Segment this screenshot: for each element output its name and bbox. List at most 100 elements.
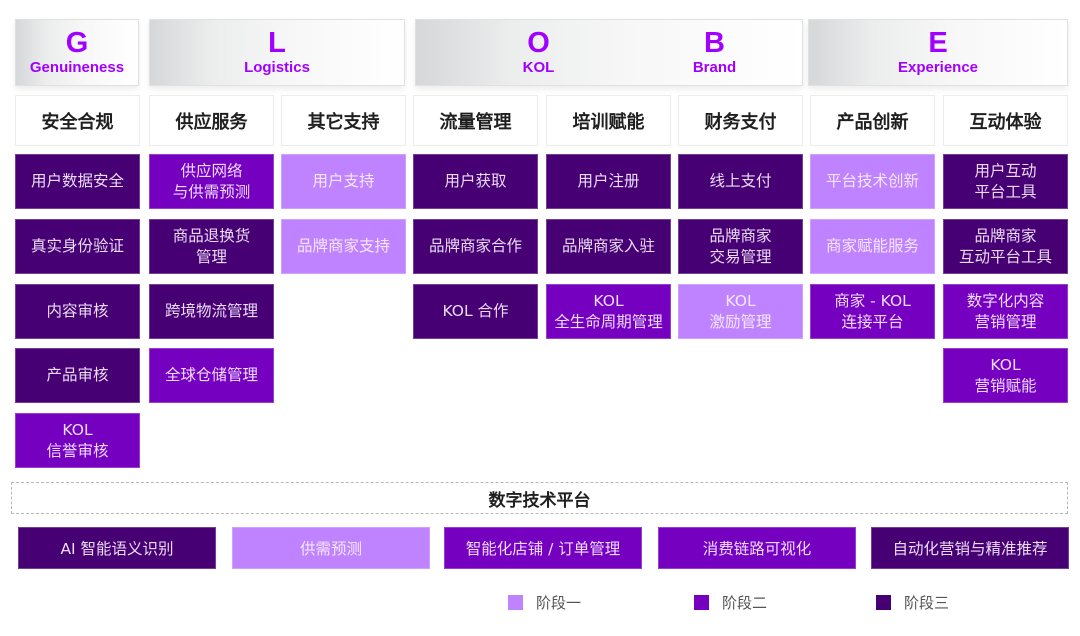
pillar-ob: O KOL B Brand <box>415 19 803 86</box>
category-header: 其它支持 <box>281 95 406 146</box>
capability-cell-line: 全生命周期管理 <box>554 312 663 331</box>
capability-cell-line: 互动平台工具 <box>958 247 1052 266</box>
pillar-e-unit: E Experience <box>809 20 1067 85</box>
category-header: 培训赋能 <box>546 95 671 146</box>
capability-cell: 品牌商家入驻 <box>546 219 671 274</box>
capability-cell: 品牌商家支持 <box>281 219 406 274</box>
platform-item: 智能化店铺 / 订单管理 <box>444 527 642 569</box>
pillar-g: G Genuineness <box>15 19 139 86</box>
capability-cell-line: 管理 <box>195 247 227 266</box>
capability-cell-line: 用户互动 <box>974 161 1037 180</box>
legend-label: 阶段三 <box>904 593 950 612</box>
platform-item-label: 消费链路可视化 <box>702 540 812 558</box>
pillar-letter: B <box>704 27 725 59</box>
capability-cell-line: 跨境物流管理 <box>164 302 258 320</box>
capability-cell-line: 线上支付 <box>709 172 772 190</box>
capability-cell: 品牌商家合作 <box>413 219 538 274</box>
capability-cell: KOL 营销赋能 <box>943 348 1068 403</box>
capability-cell-line: 用户获取 <box>444 172 507 190</box>
capability-cell-line: KOL <box>593 291 624 310</box>
capability-cell: 数字化内容 营销管理 <box>943 284 1068 339</box>
pillar-word: KOL <box>522 59 555 76</box>
capability-cell: 用户互动 平台工具 <box>943 154 1068 209</box>
capability-cell: 线上支付 <box>678 154 803 209</box>
capability-cell-line: 商家赋能服务 <box>825 237 919 255</box>
capability-cell: 产品审核 <box>15 348 140 403</box>
platform-banner: 数字技术平台 <box>11 482 1068 514</box>
legend-label: 阶段一 <box>536 593 582 612</box>
capability-cell-line: 营销赋能 <box>974 376 1037 395</box>
legend-swatch <box>876 594 891 610</box>
capability-cell: 品牌商家 交易管理 <box>678 219 803 274</box>
capability-cell: 用户注册 <box>546 154 671 209</box>
capability-cell-line: 信誉审核 <box>46 441 109 460</box>
capability-cell: KOL 信誉审核 <box>15 413 140 468</box>
platform-item: 供需预测 <box>232 527 430 569</box>
capability-cell: 品牌商家互动平台工具 <box>943 219 1068 274</box>
platform-item-label: 供需预测 <box>299 540 362 558</box>
capability-cell-line: 与供需预测 <box>172 182 251 201</box>
pillar-b-unit: B Brand <box>652 20 777 85</box>
capability-cell-line: 商品退换货 <box>172 226 251 245</box>
pillar-letter: L <box>268 27 286 59</box>
capability-cell-line: 商家 - KOL <box>834 291 911 310</box>
legend-swatch <box>508 594 523 610</box>
pillar-l-unit: L Logistics <box>150 20 404 85</box>
capability-cell-line: 品牌商家 <box>709 226 772 245</box>
pillar-letter: G <box>65 27 89 59</box>
capability-cell-line: 品牌商家合作 <box>428 237 522 255</box>
capability-cell: 跨境物流管理 <box>149 284 274 339</box>
capability-cell: 平台技术创新 <box>810 154 935 209</box>
capability-cell: 用户获取 <box>413 154 538 209</box>
capability-cell-line: 用户数据安全 <box>30 172 124 190</box>
category-header: 产品创新 <box>810 95 935 146</box>
capability-cell-line: 产品审核 <box>46 366 109 384</box>
platform-item-label: AI 智能语义识别 <box>60 540 174 558</box>
capability-cell-line: KOL <box>725 291 756 310</box>
category-header: 安全合规 <box>15 95 140 146</box>
capability-cell-line: KOL 合作 <box>442 302 509 320</box>
pillar-e: E Experience <box>808 19 1068 86</box>
legend-label: 阶段二 <box>722 593 768 612</box>
category-header: 互动体验 <box>943 95 1068 146</box>
pillar-letter: O <box>527 27 550 59</box>
capability-cell: 全球仓储管理 <box>149 348 274 403</box>
capability-cell-line: 用户支持 <box>312 172 375 190</box>
pillar-g-unit: G Genuineness <box>16 20 138 85</box>
pillar-l: L Logistics <box>149 19 405 86</box>
capability-cell-line: 用户注册 <box>577 172 640 190</box>
capability-cell-line: 品牌商家入驻 <box>561 237 655 255</box>
pillar-word: Logistics <box>244 59 310 76</box>
pillar-word: Genuineness <box>29 59 125 76</box>
capability-cell: 用户数据安全 <box>15 154 140 209</box>
capability-cell: 商家 - KOL 连接平台 <box>810 284 935 339</box>
pillar-word: Brand <box>692 59 737 76</box>
capability-cell: 真实身份验证 <box>15 219 140 274</box>
capability-cell-line: 交易管理 <box>709 247 772 266</box>
platform-item-label: 自动化营销与精准推荐 <box>892 540 1048 558</box>
legend-item-stage2: 阶段二 <box>694 592 767 612</box>
platform-item: 自动化营销与精准推荐 <box>871 527 1069 569</box>
capability-cell-line: 连接平台 <box>841 312 904 331</box>
capability-cell-line: KOL <box>990 355 1021 374</box>
capability-cell-line: 营销管理 <box>974 312 1037 331</box>
capability-cell-line: KOL <box>62 420 93 439</box>
legend-item-stage1: 阶段一 <box>508 592 581 612</box>
category-header: 供应服务 <box>149 95 274 146</box>
capability-cell-line: 平台技术创新 <box>825 172 919 190</box>
pillar-o-unit: O KOL <box>476 20 601 85</box>
platform-item: 消费链路可视化 <box>658 527 856 569</box>
capability-cell: 商家赋能服务 <box>810 219 935 274</box>
category-header: 流量管理 <box>413 95 538 146</box>
capability-cell-line: 真实身份验证 <box>30 237 124 255</box>
capability-cell-line: 品牌商家 <box>974 226 1037 245</box>
pillar-word: Experience <box>897 59 979 76</box>
capability-cell-line: 数字化内容 <box>966 291 1045 310</box>
pillar-letter: E <box>928 27 948 59</box>
capability-cell: KOL 全生命周期管理 <box>546 284 671 339</box>
capability-cell-line: 平台工具 <box>974 182 1037 201</box>
legend-item-stage3: 阶段三 <box>876 592 949 612</box>
capability-cell: 供应网络 与供需预测 <box>149 154 274 209</box>
capability-cell: 商品退换货 管理 <box>149 219 274 274</box>
capability-cell: KOL 合作 <box>413 284 538 339</box>
